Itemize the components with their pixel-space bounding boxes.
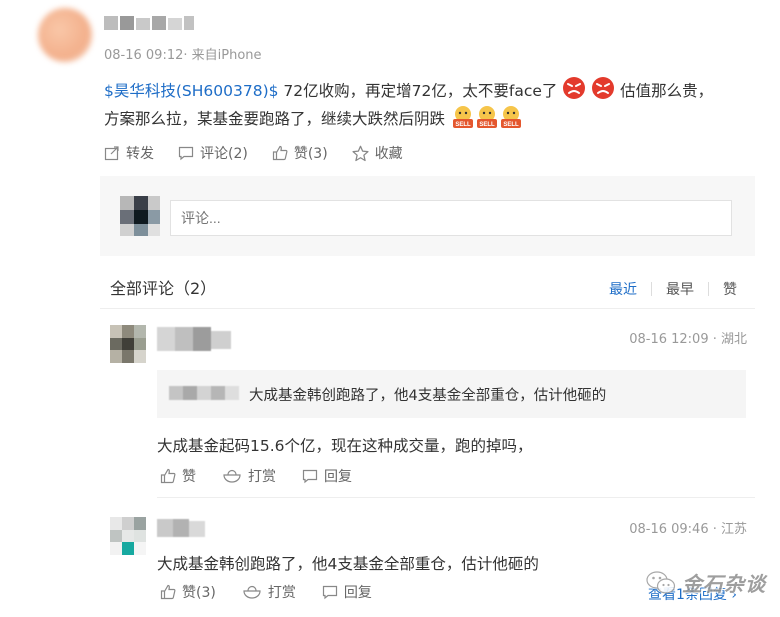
comment-2-meta: 08-16 09:46 · 江苏 xyxy=(629,522,747,537)
comment-2-like-button[interactable]: 赞(3) xyxy=(160,582,216,602)
post-text-1: 72亿收购，再定增72亿，太不要face了 xyxy=(278,82,558,100)
post-text-2: 估值那么贵， xyxy=(615,82,714,100)
comment-composer xyxy=(100,176,755,256)
angry-face-icon xyxy=(592,77,615,99)
comment-button[interactable]: 评论(2) xyxy=(178,143,248,163)
wechat-icon xyxy=(646,570,676,594)
svg-text:SELL: SELL xyxy=(479,122,495,128)
comment-1-like-button[interactable]: 赞 xyxy=(160,466,196,486)
comment-1-quote: 大成基金韩创跑路了，他4支基金全部重仓，估计他砸的 xyxy=(157,370,746,418)
comment-2-actions: 赞(3) 打赏 回复 xyxy=(160,582,372,602)
svg-text:SELL: SELL xyxy=(455,122,471,128)
forward-icon xyxy=(104,146,119,161)
comment-1-avatar[interactable] xyxy=(110,325,146,363)
comment-2-author-name[interactable] xyxy=(157,519,205,539)
post-text-3: 方案那么拉，某基金要跑路了，继续大跌然后阴跌 xyxy=(104,110,446,128)
post-action-bar: 转发 评论(2) 赞(3) 收藏 xyxy=(104,143,403,163)
post-author-avatar[interactable] xyxy=(38,8,92,62)
comment-2-text: 大成基金韩创跑路了，他4支基金全部重仓，估计他砸的 xyxy=(157,555,539,573)
composer-avatar xyxy=(120,196,160,236)
sell-emoji-icon: SELL xyxy=(500,106,521,128)
sort-hottest-tab[interactable]: 最早 xyxy=(666,279,694,299)
header-divider xyxy=(100,308,755,309)
reply-icon xyxy=(302,469,318,484)
sell-emoji-icon: SELL xyxy=(452,106,473,128)
sort-latest-tab[interactable]: 最近 xyxy=(609,279,637,299)
comment-1-meta: 08-16 12:09 · 湖北 xyxy=(629,332,747,347)
svg-text:SELL: SELL xyxy=(503,122,519,128)
comment-1-reply-button[interactable]: 回复 xyxy=(302,466,352,486)
comment-1-author-name[interactable] xyxy=(157,327,231,351)
like-button[interactable]: 赞(3) xyxy=(272,143,328,163)
comment-input[interactable] xyxy=(170,200,732,236)
thumbs-up-icon xyxy=(160,468,176,484)
comment-1-text: 大成基金起码15.6个亿，现在这种成交量，跑的掉吗， xyxy=(157,437,533,455)
thumbs-up-icon xyxy=(272,145,288,161)
comment-icon xyxy=(178,146,194,161)
post-meta: 08-16 09:12· 来自iPhone xyxy=(104,48,262,63)
tip-bowl-icon xyxy=(243,585,261,599)
comments-title: 全部评论（2） xyxy=(110,279,217,298)
watermark-text: 金石杂谈 xyxy=(682,572,766,596)
tip-bowl-icon xyxy=(223,469,241,483)
sort-divider xyxy=(708,282,709,296)
reply-icon xyxy=(322,585,337,600)
quote-text: 大成基金韩创跑路了，他4支基金全部重仓，估计他砸的 xyxy=(249,388,607,404)
comment-2-reply-button[interactable]: 回复 xyxy=(322,582,372,602)
post-author-name[interactable] xyxy=(104,16,194,32)
sort-likes-tab[interactable]: 赞 xyxy=(723,279,737,299)
sort-divider xyxy=(651,282,652,296)
post-body: $昊华科技(SH600378)$ 72亿收购，再定增72亿，太不要face了 估… xyxy=(104,76,754,133)
comment-2-avatar[interactable] xyxy=(110,517,146,555)
star-icon xyxy=(352,145,369,161)
watermark: 金石杂谈 xyxy=(646,568,766,597)
comment-2-tip-button[interactable]: 打赏 xyxy=(242,582,296,602)
angry-face-icon xyxy=(563,77,586,99)
comment-1-actions: 赞 打赏 回复 xyxy=(160,466,352,486)
favorite-button[interactable]: 收藏 xyxy=(352,143,403,163)
comment-1-tip-button[interactable]: 打赏 xyxy=(222,466,276,486)
quote-author-name[interactable] xyxy=(169,386,239,402)
thumbs-up-icon xyxy=(160,584,176,600)
sell-emoji-icon: SELL xyxy=(476,106,497,128)
stock-tag-link[interactable]: $昊华科技(SH600378)$ xyxy=(104,82,278,100)
comments-sort: 最近 最早 赞 xyxy=(609,279,737,299)
forward-button[interactable]: 转发 xyxy=(104,143,154,163)
comment-divider xyxy=(157,497,755,498)
